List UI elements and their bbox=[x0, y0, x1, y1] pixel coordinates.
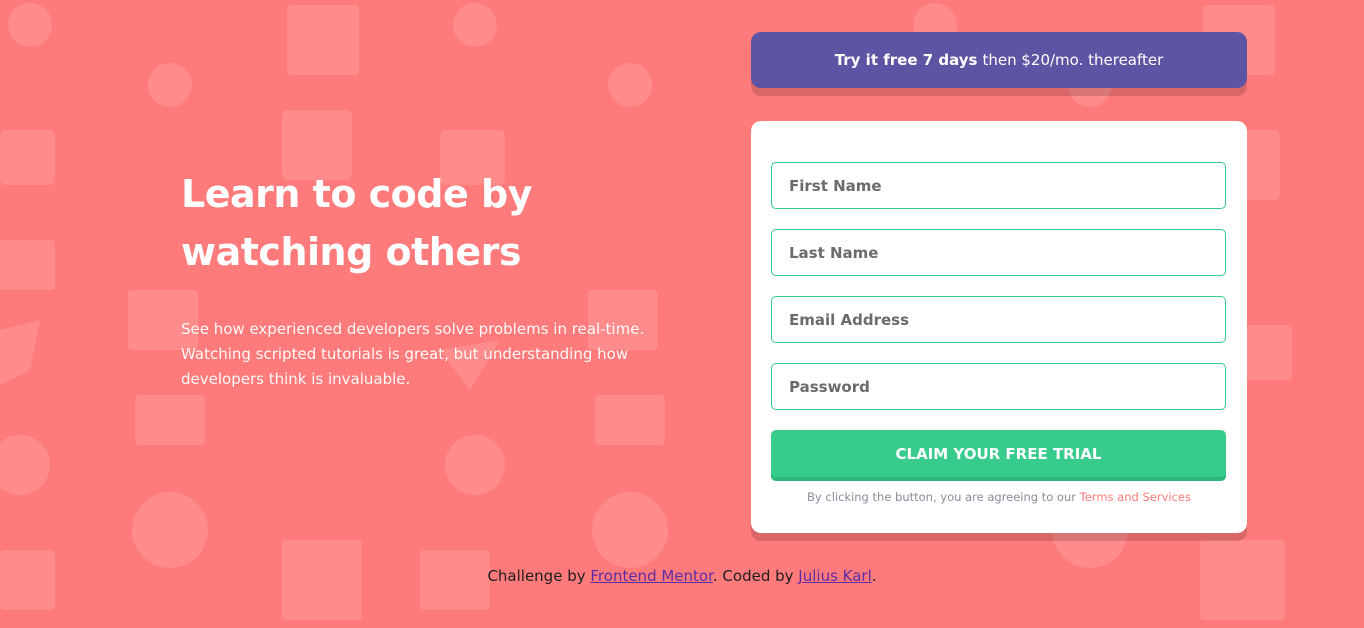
hero-description: See how experienced developers solve pro… bbox=[181, 320, 645, 388]
terms-link[interactable]: Terms and Services bbox=[1080, 490, 1191, 504]
claim-trial-button[interactable]: CLAIM YOUR FREE TRIAL bbox=[771, 430, 1226, 477]
hero-section: Learn to code by watching others See how… bbox=[181, 165, 701, 392]
frontend-mentor-link[interactable]: Frontend Mentor bbox=[590, 567, 713, 585]
hero-title-line1: Learn to code by bbox=[181, 172, 532, 216]
footer-suffix: . bbox=[871, 567, 877, 585]
footer-prefix: Challenge by bbox=[487, 567, 586, 585]
terms-notice: By clicking the button, you are agreeing… bbox=[771, 490, 1227, 504]
first-name-input[interactable] bbox=[789, 176, 1225, 195]
last-name-field[interactable] bbox=[771, 229, 1226, 276]
terms-prefix: By clicking the button, you are agreeing… bbox=[807, 490, 1076, 504]
email-input[interactable] bbox=[789, 310, 1225, 329]
first-name-field[interactable] bbox=[771, 162, 1226, 209]
hero-title-line2: watching others bbox=[181, 230, 521, 274]
cart-icon bbox=[135, 395, 665, 445]
trial-banner: Try it free 7 days then $20/mo. thereaft… bbox=[751, 32, 1247, 88]
trial-banner-bold: Try it free 7 days bbox=[834, 51, 978, 69]
author-link[interactable]: Julius Karl bbox=[798, 567, 871, 585]
email-field[interactable] bbox=[771, 296, 1226, 343]
password-field[interactable] bbox=[771, 363, 1226, 410]
last-name-input[interactable] bbox=[789, 243, 1225, 262]
hero-title: Learn to code by watching others bbox=[181, 165, 701, 281]
trial-banner-rest: then $20/mo. thereafter bbox=[982, 51, 1164, 69]
signup-form: CLAIM YOUR FREE TRIAL By clicking the bu… bbox=[751, 121, 1247, 533]
attribution-footer: Challenge by Frontend Mentor. Coded by J… bbox=[0, 567, 1364, 585]
footer-middle: . Coded by bbox=[712, 567, 794, 585]
password-input[interactable] bbox=[789, 377, 1225, 396]
